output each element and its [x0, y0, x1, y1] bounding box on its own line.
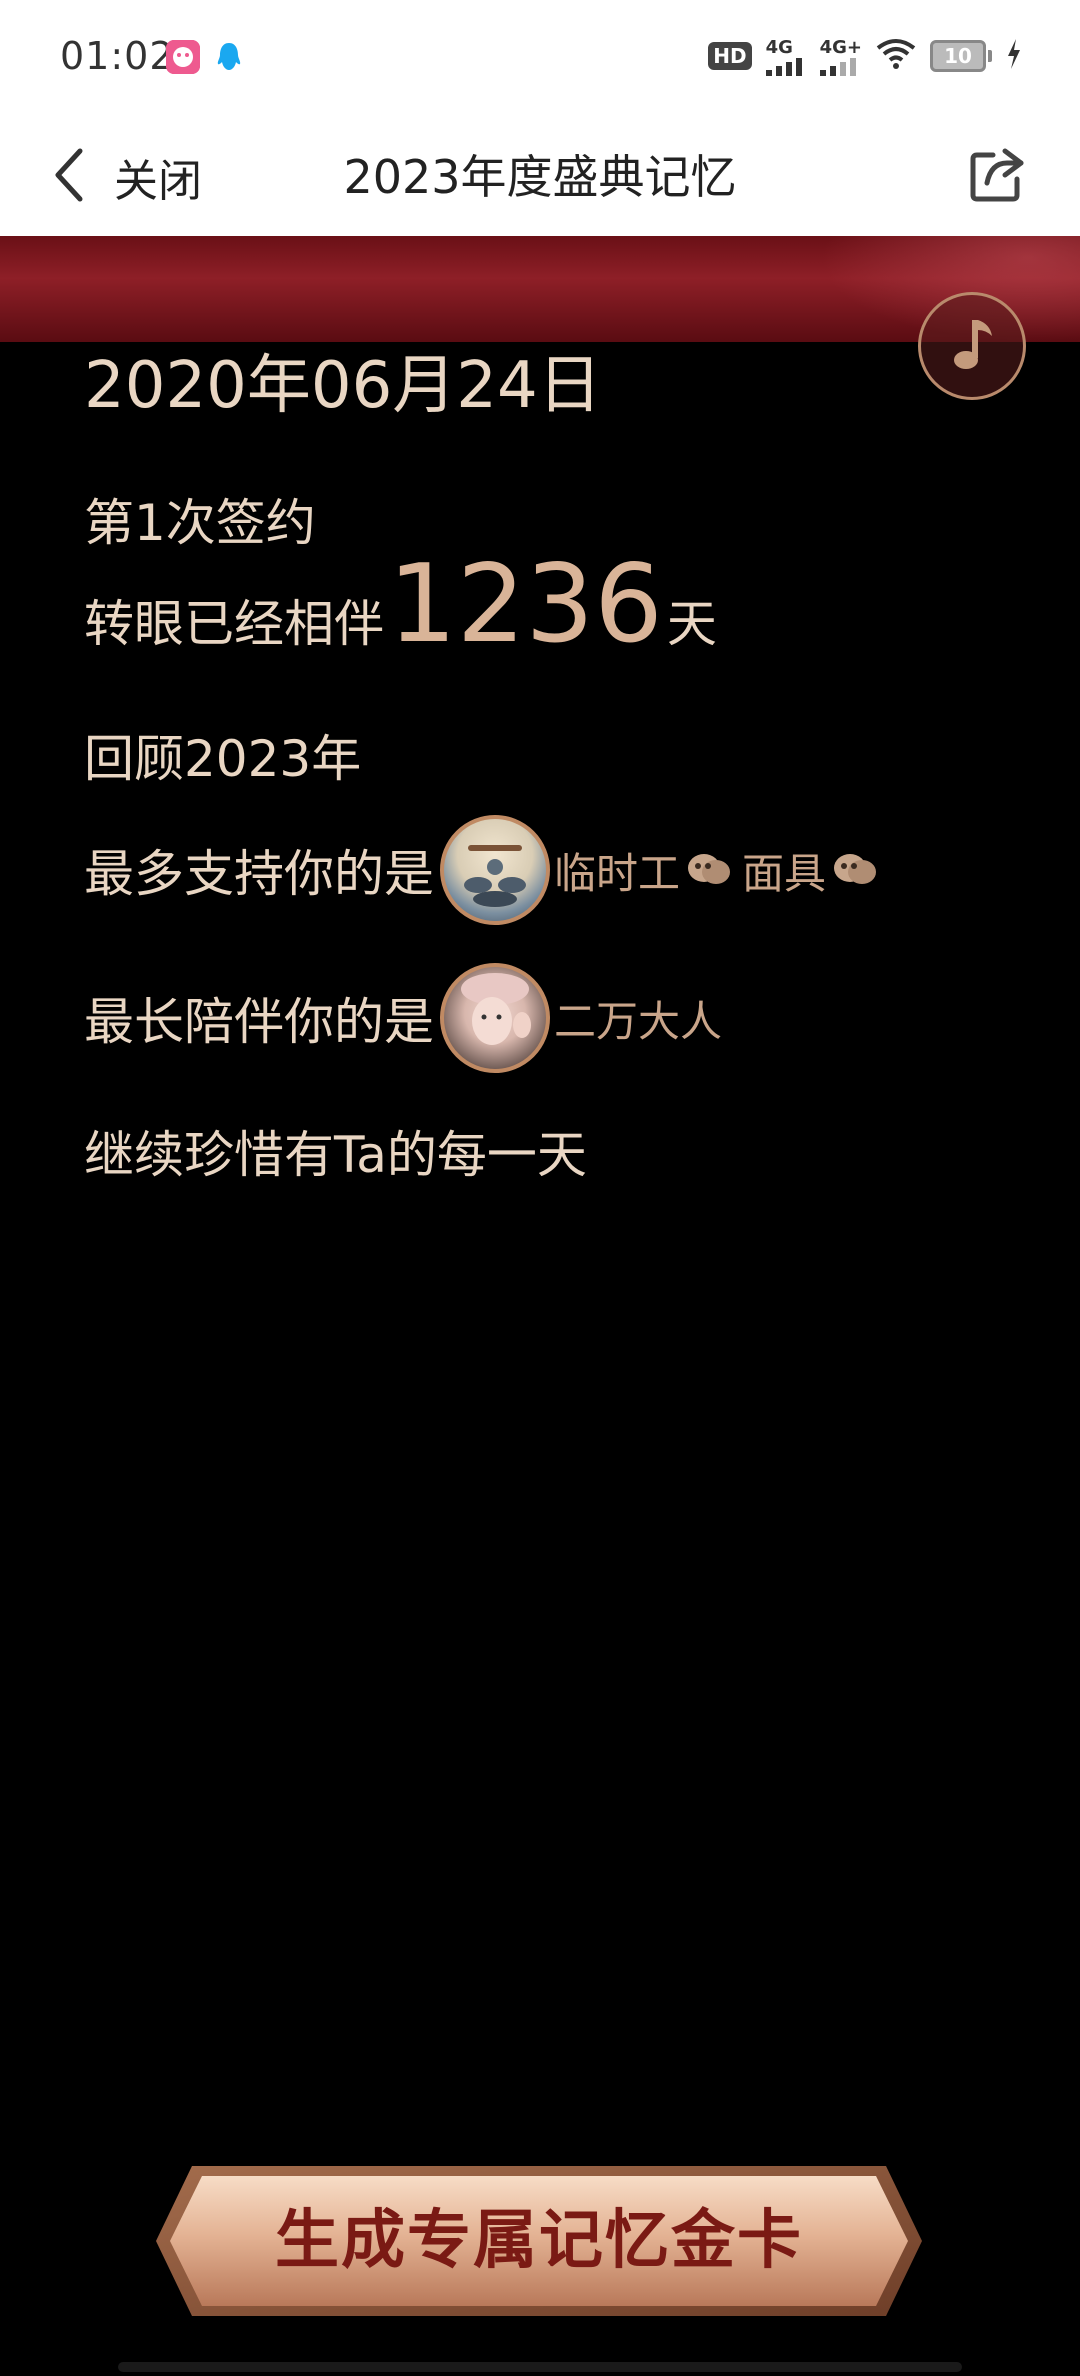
cherish-message: 继续珍惜有Ta的每一天: [84, 1126, 587, 1184]
close-label: 关闭: [114, 156, 202, 207]
review-title: 回顾2023年: [84, 730, 362, 788]
supporter-name-1: 临时工: [554, 848, 681, 898]
status-bar: 01:02 HD 4G 4G+ 10: [0, 0, 1080, 118]
companion-label: 最长陪伴你的是: [84, 993, 434, 1051]
generate-gold-card-label: 生成专属记忆金卡: [275, 2204, 803, 2278]
days-together: 转眼已经相伴 1236 天: [84, 550, 717, 679]
supporter-avatar[interactable]: [440, 815, 550, 925]
sign-date: 2020年06月24日: [84, 349, 602, 423]
share-button[interactable]: [960, 140, 1034, 214]
nav-bar: 2023年度盛典记忆 关闭: [0, 118, 1080, 236]
mask-icon: [830, 848, 880, 892]
charging-icon: [1006, 39, 1022, 73]
signal-sim1-icon: 4G: [765, 37, 806, 76]
signal-sim2-icon: 4G+: [819, 37, 862, 76]
companion-avatar[interactable]: [440, 963, 550, 1073]
days-suffix: 天: [666, 595, 717, 653]
chevron-left-icon: [52, 147, 84, 207]
mask-icon: [684, 848, 734, 892]
days-number: 1236: [388, 542, 663, 667]
hd-badge: HD: [708, 42, 752, 70]
header-banner: [0, 236, 1080, 342]
supporter-label: 最多支持你的是: [84, 845, 434, 903]
share-icon: [967, 145, 1027, 209]
generate-gold-card-button[interactable]: 生成专属记忆金卡: [152, 2162, 926, 2320]
battery-level: 10: [930, 40, 986, 72]
close-button[interactable]: 关闭: [52, 140, 202, 214]
qq-notification-icon: [212, 40, 246, 74]
music-toggle-button[interactable]: [918, 292, 1026, 400]
status-indicators: HD 4G 4G+ 10: [708, 34, 1022, 78]
app-notification-icon: [166, 40, 200, 74]
battery-icon: 10: [930, 40, 992, 72]
status-time: 01:02: [60, 34, 175, 78]
longest-companion-row: 最长陪伴你的是 二万大人: [84, 960, 722, 1076]
days-prefix: 转眼已经相伴: [84, 595, 384, 653]
top-supporter-row: 最多支持你的是 临时工 面具: [84, 812, 884, 928]
companion-name: 二万大人: [554, 996, 723, 1046]
sign-count: 第1次签约: [84, 494, 316, 552]
wifi-icon: [876, 38, 916, 74]
music-note-icon: [946, 314, 998, 378]
home-indicator: [118, 2362, 962, 2372]
page: 01:02 HD 4G 4G+ 10 2023年度盛典记忆 关闭 2020年06…: [0, 0, 1080, 2376]
supporter-name-2: 面具: [742, 848, 827, 898]
